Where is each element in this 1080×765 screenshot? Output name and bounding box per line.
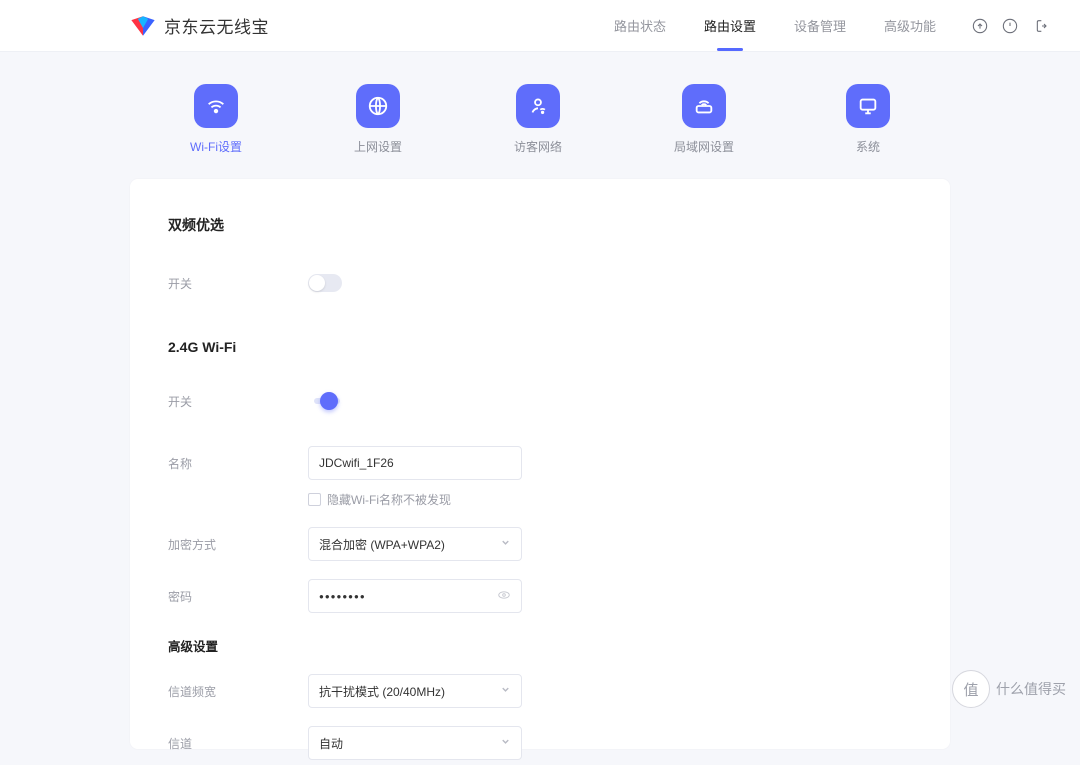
channel-select[interactable]: 自动 (308, 726, 522, 760)
top-bar: 京东云无线宝 路由状态 路由设置 设备管理 高级功能 (0, 0, 1080, 52)
wifi24-switch-label: 开关 (168, 393, 308, 410)
brand-logo-icon (130, 15, 156, 37)
password-label: 密码 (168, 588, 308, 605)
channel-label: 信道 (168, 735, 308, 752)
wifi24-section: 2.4G Wi-Fi 开关 名称 隐藏Wi-Fi名称不被发现 加密方式 混合加密… (168, 339, 912, 765)
top-icons (972, 18, 1048, 34)
top-nav: 路由状态 路由设置 设备管理 高级功能 (614, 16, 936, 35)
watermark: 值 什么值得买 (952, 670, 1066, 708)
chevron-down-icon (500, 684, 511, 698)
brand-text: 京东云无线宝 (164, 13, 269, 38)
nav-advanced[interactable]: 高级功能 (884, 16, 936, 35)
nav-devices[interactable]: 设备管理 (794, 16, 846, 35)
hide-wifi-checkbox[interactable]: 隐藏Wi-Fi名称不被发现 (308, 491, 912, 508)
watermark-text: 什么值得买 (996, 679, 1066, 699)
encryption-value: 混合加密 (WPA+WPA2) (319, 536, 445, 553)
logout-icon[interactable] (1032, 18, 1048, 34)
encryption-label: 加密方式 (168, 536, 308, 553)
wifi24-title: 2.4G Wi-Fi (168, 339, 912, 355)
tab-system[interactable]: 系统 (846, 84, 890, 155)
wifi-icon (205, 95, 227, 117)
system-icon (857, 95, 879, 117)
dualband-toggle[interactable] (308, 274, 342, 292)
settings-card: 双频优选 开关 2.4G Wi-Fi 开关 名称 隐藏Wi-Fi名称不被发现 加… (130, 179, 950, 749)
tab-lan[interactable]: 局域网设置 (674, 84, 734, 155)
tab-system-label: 系统 (856, 138, 880, 155)
password-value: ●●●●●●●● (319, 592, 366, 601)
guest-icon (527, 95, 549, 117)
brand: 京东云无线宝 (130, 13, 269, 38)
dualband-section: 双频优选 开关 (168, 215, 912, 305)
advanced-title: 高级设置 (168, 636, 912, 655)
wifi24-name-label: 名称 (168, 455, 308, 472)
globe-icon (367, 95, 389, 117)
tab-wifi[interactable]: Wi-Fi设置 (190, 84, 242, 155)
upgrade-icon[interactable] (972, 18, 988, 34)
tab-guest[interactable]: 访客网络 (514, 84, 562, 155)
section-tabs: Wi-Fi设置 上网设置 访客网络 局域网设置 系统 (0, 52, 1080, 165)
tab-lan-label: 局域网设置 (674, 138, 734, 155)
watermark-badge: 值 (952, 670, 990, 708)
router-icon (693, 95, 715, 117)
encryption-select[interactable]: 混合加密 (WPA+WPA2) (308, 527, 522, 561)
tab-guest-label: 访客网络 (514, 138, 562, 155)
wifi24-name-input[interactable] (308, 446, 522, 480)
checkbox-icon (308, 493, 321, 506)
bandwidth-select[interactable]: 抗干扰模式 (20/40MHz) (308, 674, 522, 708)
wifi24-toggle[interactable] (308, 391, 346, 411)
bandwidth-label: 信道频宽 (168, 683, 308, 700)
power-icon[interactable] (1002, 18, 1018, 34)
hide-wifi-label: 隐藏Wi-Fi名称不被发现 (327, 491, 451, 508)
dualband-switch-label: 开关 (168, 275, 308, 292)
bandwidth-value: 抗干扰模式 (20/40MHz) (319, 683, 445, 700)
nav-settings[interactable]: 路由设置 (704, 16, 756, 35)
tab-wifi-label: Wi-Fi设置 (190, 138, 242, 155)
tab-wan-label: 上网设置 (354, 138, 402, 155)
eye-icon[interactable] (497, 588, 511, 605)
tab-wan[interactable]: 上网设置 (354, 84, 402, 155)
chevron-down-icon (500, 537, 511, 551)
password-input[interactable]: ●●●●●●●● (308, 579, 522, 613)
channel-value: 自动 (319, 735, 343, 752)
chevron-down-icon (500, 736, 511, 750)
nav-status[interactable]: 路由状态 (614, 16, 666, 35)
dualband-title: 双频优选 (168, 215, 912, 235)
